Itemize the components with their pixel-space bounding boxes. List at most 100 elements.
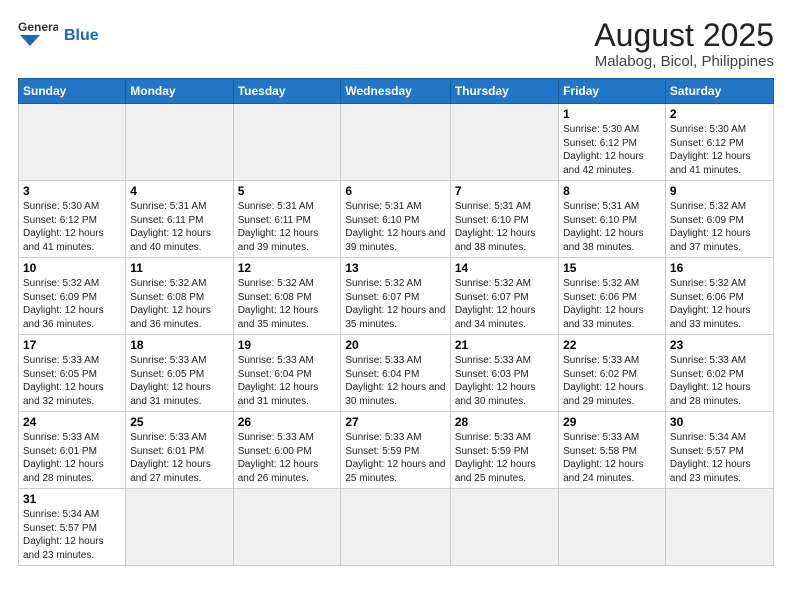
day-number: 30 — [670, 415, 769, 429]
day-number: 3 — [23, 184, 121, 198]
header-friday: Friday — [559, 79, 666, 104]
day-info: Sunrise: 5:30 AM Sunset: 6:12 PM Dayligh… — [563, 123, 661, 177]
day-number: 27 — [345, 415, 445, 429]
day-number: 5 — [238, 184, 337, 198]
calendar-cell: 4 Sunrise: 5:31 AM Sunset: 6:11 PM Daylig… — [126, 181, 233, 258]
day-number: 20 — [345, 338, 445, 352]
header-sunday: Sunday — [19, 79, 126, 104]
day-number: 11 — [130, 261, 228, 275]
day-info: Sunrise: 5:32 AM Sunset: 6:07 PM Dayligh… — [345, 277, 445, 331]
day-info: Sunrise: 5:33 AM Sunset: 5:59 PM Dayligh… — [345, 431, 445, 485]
calendar-cell: 14 Sunrise: 5:32 AM Sunset: 6:07 PM Dayli… — [450, 258, 558, 335]
calendar-cell: 9Sunrise: 5:32 AM Sunset: 6:09 PM Daylig… — [665, 181, 773, 258]
calendar-cell: 18 Sunrise: 5:33 AM Sunset: 6:05 PM Dayli… — [126, 335, 233, 412]
calendar-cell: 15Sunrise: 5:32 AM Sunset: 6:06 PM Dayli… — [559, 258, 666, 335]
calendar-cell: 30 Sunrise: 5:34 AM Sunset: 5:57 PM Dayli… — [665, 412, 773, 489]
day-info: Sunrise: 5:33 AM Sunset: 6:05 PM Dayligh… — [130, 354, 228, 408]
day-number: 2 — [670, 107, 769, 121]
header: General Blue August 2025 Malabog, Bicol,… — [18, 18, 774, 70]
calendar-cell: 23 Sunrise: 5:33 AM Sunset: 6:02 PM Dayli… — [665, 335, 773, 412]
calendar-cell: 17 Sunrise: 5:33 AM Sunset: 6:05 PM Dayli… — [19, 335, 126, 412]
header-thursday: Thursday — [450, 79, 558, 104]
day-number: 12 — [238, 261, 337, 275]
day-info: Sunrise: 5:30 AM Sunset: 6:12 PM Dayligh… — [23, 200, 121, 254]
day-number: 26 — [238, 415, 337, 429]
day-number: 13 — [345, 261, 445, 275]
day-number: 8 — [563, 184, 661, 198]
calendar-cell: 8 Sunrise: 5:31 AM Sunset: 6:10 PM Daylig… — [559, 181, 666, 258]
day-number: 1 — [563, 107, 661, 121]
day-info: Sunrise: 5:31 AM Sunset: 6:10 PM Dayligh… — [563, 200, 661, 254]
calendar-cell — [450, 104, 558, 181]
day-number: 25 — [130, 415, 228, 429]
calendar-table: SundayMondayTuesdayWednesdayThursdayFrid… — [18, 78, 774, 566]
calendar-cell: 5 Sunrise: 5:31 AM Sunset: 6:11 PM Daylig… — [233, 181, 341, 258]
calendar-cell: 2Sunrise: 5:30 AM Sunset: 6:12 PM Daylig… — [665, 104, 773, 181]
day-info: Sunrise: 5:31 AM Sunset: 6:10 PM Dayligh… — [455, 200, 554, 254]
day-info: Sunrise: 5:31 AM Sunset: 6:11 PM Dayligh… — [238, 200, 337, 254]
day-number: 18 — [130, 338, 228, 352]
day-info: Sunrise: 5:33 AM Sunset: 6:05 PM Dayligh… — [23, 354, 121, 408]
day-info: Sunrise: 5:33 AM Sunset: 5:58 PM Dayligh… — [563, 431, 661, 485]
day-number: 14 — [455, 261, 554, 275]
day-info: Sunrise: 5:32 AM Sunset: 6:06 PM Dayligh… — [563, 277, 661, 331]
calendar-cell — [665, 489, 773, 566]
day-info: Sunrise: 5:32 AM Sunset: 6:09 PM Dayligh… — [670, 200, 769, 254]
day-info: Sunrise: 5:33 AM Sunset: 6:03 PM Dayligh… — [455, 354, 554, 408]
day-number: 28 — [455, 415, 554, 429]
logo: General Blue — [18, 18, 99, 48]
day-number: 23 — [670, 338, 769, 352]
calendar-cell: 1 Sunrise: 5:30 AM Sunset: 6:12 PM Daylig… — [559, 104, 666, 181]
day-info: Sunrise: 5:33 AM Sunset: 6:02 PM Dayligh… — [670, 354, 769, 408]
calendar-cell: 10Sunrise: 5:32 AM Sunset: 6:09 PM Dayli… — [19, 258, 126, 335]
calendar-cell — [19, 104, 126, 181]
calendar-cell: 27 Sunrise: 5:33 AM Sunset: 5:59 PM Dayli… — [341, 412, 450, 489]
logo-blue-text: Blue — [64, 27, 99, 45]
day-number: 4 — [130, 184, 228, 198]
calendar-cell — [126, 489, 233, 566]
day-info: Sunrise: 5:31 AM Sunset: 6:11 PM Dayligh… — [130, 200, 228, 254]
day-number: 17 — [23, 338, 121, 352]
title-area: August 2025 Malabog, Bicol, Philippines — [594, 18, 774, 70]
location: Malabog, Bicol, Philippines — [594, 53, 774, 70]
day-info: Sunrise: 5:32 AM Sunset: 6:07 PM Dayligh… — [455, 277, 554, 331]
day-info: Sunrise: 5:32 AM Sunset: 6:08 PM Dayligh… — [130, 277, 228, 331]
day-info: Sunrise: 5:33 AM Sunset: 6:04 PM Dayligh… — [345, 354, 445, 408]
header-monday: Monday — [126, 79, 233, 104]
calendar-cell — [341, 104, 450, 181]
header-saturday: Saturday — [665, 79, 773, 104]
day-number: 21 — [455, 338, 554, 352]
day-info: Sunrise: 5:32 AM Sunset: 6:06 PM Dayligh… — [670, 277, 769, 331]
day-number: 29 — [563, 415, 661, 429]
day-info: Sunrise: 5:34 AM Sunset: 5:57 PM Dayligh… — [23, 508, 121, 562]
day-number: 7 — [455, 184, 554, 198]
calendar-cell: 19Sunrise: 5:33 AM Sunset: 6:04 PM Dayli… — [233, 335, 341, 412]
calendar-header-row: SundayMondayTuesdayWednesdayThursdayFrid… — [19, 79, 774, 104]
calendar-cell: 7 Sunrise: 5:31 AM Sunset: 6:10 PM Daylig… — [450, 181, 558, 258]
day-number: 16 — [670, 261, 769, 275]
calendar-week-6: 31 Sunrise: 5:34 AM Sunset: 5:57 PM Dayli… — [19, 489, 774, 566]
calendar-cell: 6Sunrise: 5:31 AM Sunset: 6:10 PM Daylig… — [341, 181, 450, 258]
day-number: 24 — [23, 415, 121, 429]
day-info: Sunrise: 5:33 AM Sunset: 6:04 PM Dayligh… — [238, 354, 337, 408]
calendar-cell: 24Sunrise: 5:33 AM Sunset: 6:01 PM Dayli… — [19, 412, 126, 489]
calendar-week-5: 24Sunrise: 5:33 AM Sunset: 6:01 PM Dayli… — [19, 412, 774, 489]
calendar-cell — [341, 489, 450, 566]
calendar-week-3: 10Sunrise: 5:32 AM Sunset: 6:09 PM Dayli… — [19, 258, 774, 335]
calendar-cell: 31 Sunrise: 5:34 AM Sunset: 5:57 PM Dayli… — [19, 489, 126, 566]
header-wednesday: Wednesday — [341, 79, 450, 104]
calendar-cell: 26Sunrise: 5:33 AM Sunset: 6:00 PM Dayli… — [233, 412, 341, 489]
calendar-cell: 25Sunrise: 5:33 AM Sunset: 6:01 PM Dayli… — [126, 412, 233, 489]
calendar-week-4: 17 Sunrise: 5:33 AM Sunset: 6:05 PM Dayli… — [19, 335, 774, 412]
calendar-cell — [450, 489, 558, 566]
calendar-cell: 22Sunrise: 5:33 AM Sunset: 6:02 PM Dayli… — [559, 335, 666, 412]
calendar-week-2: 3 Sunrise: 5:30 AM Sunset: 6:12 PM Daylig… — [19, 181, 774, 258]
day-info: Sunrise: 5:34 AM Sunset: 5:57 PM Dayligh… — [670, 431, 769, 485]
calendar-cell — [559, 489, 666, 566]
calendar-cell — [126, 104, 233, 181]
calendar-cell: 21 Sunrise: 5:33 AM Sunset: 6:03 PM Dayli… — [450, 335, 558, 412]
page: General Blue August 2025 Malabog, Bicol,… — [0, 0, 792, 576]
day-info: Sunrise: 5:32 AM Sunset: 6:09 PM Dayligh… — [23, 277, 121, 331]
calendar-cell: 16 Sunrise: 5:32 AM Sunset: 6:06 PM Dayli… — [665, 258, 773, 335]
day-number: 31 — [23, 492, 121, 506]
